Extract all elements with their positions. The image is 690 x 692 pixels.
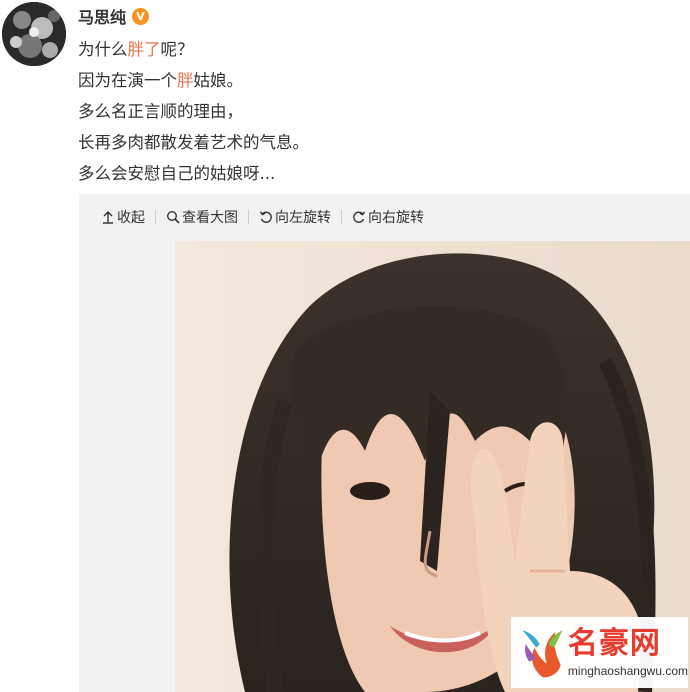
post-text-line: 因为在演一个胖姑娘。 — [78, 65, 678, 96]
rotate-left-icon — [259, 211, 272, 223]
media-toolbar: 收起 查看大图 向左旋转 向右旋转 — [79, 194, 690, 240]
highlighted-text: 胖 — [177, 71, 194, 90]
post-text-segment: 多么名正言顺的理由， — [78, 102, 243, 121]
post-text-segment: 多么会安慰自己的姑娘呀... — [78, 164, 276, 183]
rotate-left-label: 向左旋转 — [275, 210, 331, 226]
toolbar-divider — [341, 210, 342, 224]
watermark-url: minghaoshangwu.com — [567, 663, 688, 678]
post-text-segment: 因为在演一个 — [78, 71, 177, 90]
post-text-line: 多么名正言顺的理由， — [78, 96, 678, 127]
post-text-segment: 为什么 — [78, 40, 128, 59]
username-text[interactable]: 马思纯 — [78, 4, 126, 28]
magnifier-icon — [166, 210, 180, 224]
avatar-image — [2, 2, 66, 66]
post-text-line: 多么会安慰自己的姑娘呀... — [78, 158, 678, 189]
post-text-segment: 姑娘。 — [193, 71, 244, 90]
rotate-right-icon — [353, 211, 366, 223]
post-text-line: 为什么胖了呢？ — [78, 34, 678, 65]
highlighted-text: 胖了 — [127, 40, 161, 59]
view-large-button[interactable]: 查看大图 — [166, 207, 238, 227]
watermark: 名豪网 minghaoshangwu.com — [511, 617, 688, 688]
post-text-segment: 呢？ — [160, 40, 194, 59]
post-author[interactable]: 马思纯 V — [78, 4, 150, 28]
watermark-cn: 名豪网 — [567, 625, 661, 661]
collapse-button[interactable]: 收起 — [101, 207, 145, 227]
post-text-segment: 长再多肉都散发着艺术的气息。 — [78, 133, 309, 152]
avatar[interactable] — [2, 2, 66, 66]
rotate-right-label: 向右旋转 — [368, 210, 424, 226]
watermark-logo-icon — [522, 629, 563, 677]
verified-badge-icon: V — [132, 7, 150, 25]
collapse-label: 收起 — [117, 210, 145, 226]
toolbar-divider — [155, 210, 156, 224]
rotate-right-button[interactable]: 向右旋转 — [352, 207, 424, 227]
post-text-line: 长再多肉都散发着艺术的气息。 — [78, 127, 678, 158]
post-content: 为什么胖了呢？ 因为在演一个胖姑娘。 多么名正言顺的理由， 长再多肉都散发着艺术的气息… — [78, 34, 678, 189]
rotate-left-button[interactable]: 向左旋转 — [259, 207, 331, 227]
collapse-icon — [103, 211, 113, 224]
toolbar-divider — [248, 210, 249, 224]
view-large-label: 查看大图 — [182, 210, 238, 226]
